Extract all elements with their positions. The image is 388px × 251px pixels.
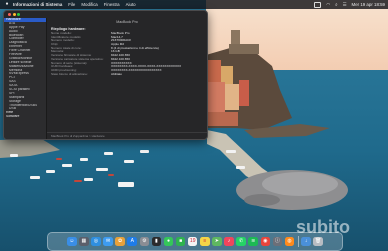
menu-app-name[interactable]: Informazioni di Sistema [13, 0, 62, 9]
sidebar: Hardware ATA Apple Pay Audio Bluetooth Contro… [4, 18, 47, 139]
model-title: MacBook Pro [116, 20, 138, 24]
facetime-icon[interactable]: ■ [175, 236, 186, 247]
system-information-window: Hardware ATA Apple Pay Audio Bluetooth Contro… [3, 10, 208, 140]
whatsapp-icon[interactable]: ✆ [236, 236, 246, 247]
menu-bar: ● Informazioni di Sistema File Modifica … [0, 0, 388, 9]
music-icon[interactable]: ♪ [224, 236, 234, 247]
detail-key: Stato blocco di attivazione: [51, 72, 88, 76]
chrome-icon[interactable]: ◉ [260, 236, 271, 247]
close-window-button[interactable] [8, 13, 11, 16]
sidebar-item[interactable]: Software [4, 115, 46, 119]
menu-file[interactable]: File [68, 0, 75, 9]
spotify-icon[interactable]: ≋ [248, 236, 258, 247]
photos-icon[interactable]: ✿ [115, 236, 125, 247]
detail-pane: MacBook Pro Riepilogo hardware: Nome mod… [47, 18, 207, 139]
watermark-text: subito [296, 217, 350, 237]
menu-edit[interactable]: Modifica [81, 0, 97, 9]
finder-icon[interactable]: ☺ [67, 236, 77, 247]
notes-icon[interactable]: ≡ [200, 236, 210, 247]
menubar-clock[interactable]: Mer 19 apr 18:59 [352, 0, 385, 9]
mail-icon[interactable]: ✉ [103, 236, 113, 247]
detail-value: Abilitato [111, 72, 123, 76]
path-bar: MacBook Pro di Zuppardina > Hardware [51, 134, 105, 138]
spotlight-icon[interactable]: ⌕ [335, 0, 337, 9]
system-settings-icon[interactable]: ⚙ [139, 236, 150, 247]
maps-icon[interactable]: ➤ [212, 236, 222, 247]
minimize-window-button[interactable] [12, 13, 16, 16]
calendar-icon[interactable]: 19 [187, 236, 198, 247]
detail-list: Nome modello: MacBook Pro Identificatore m… [51, 32, 203, 76]
wifi-icon[interactable]: ◠ [326, 0, 330, 9]
apple-menu-icon[interactable]: ● [4, 0, 10, 9]
hardware-summary: Riepilogo hardware: Nome modello: MacBook… [51, 26, 203, 86]
menu-help[interactable]: Aiuto [126, 0, 136, 9]
window-titlebar[interactable] [4, 11, 207, 18]
detail-row: Stato blocco di attivazione: Abilitato [51, 73, 203, 77]
subito-watermark: subito [296, 217, 350, 237]
zoom-window-button[interactable] [17, 13, 20, 16]
system-information-icon[interactable]: ⓘ [272, 236, 283, 247]
messages-icon[interactable]: ● [163, 236, 174, 247]
status-area: ◠ ⌕ ☰ Mer 19 apr 18:59 [309, 0, 385, 9]
menu-window[interactable]: Finestra [104, 0, 120, 9]
battery-icon[interactable] [314, 1, 322, 8]
launchpad-icon[interactable]: ▦ [79, 236, 89, 247]
control-center-icon[interactable]: ☰ [343, 0, 347, 9]
safari-icon[interactable]: ◎ [91, 236, 101, 247]
app-store-icon[interactable]: A [127, 236, 137, 247]
terminal-icon[interactable]: ▮ [151, 236, 162, 247]
